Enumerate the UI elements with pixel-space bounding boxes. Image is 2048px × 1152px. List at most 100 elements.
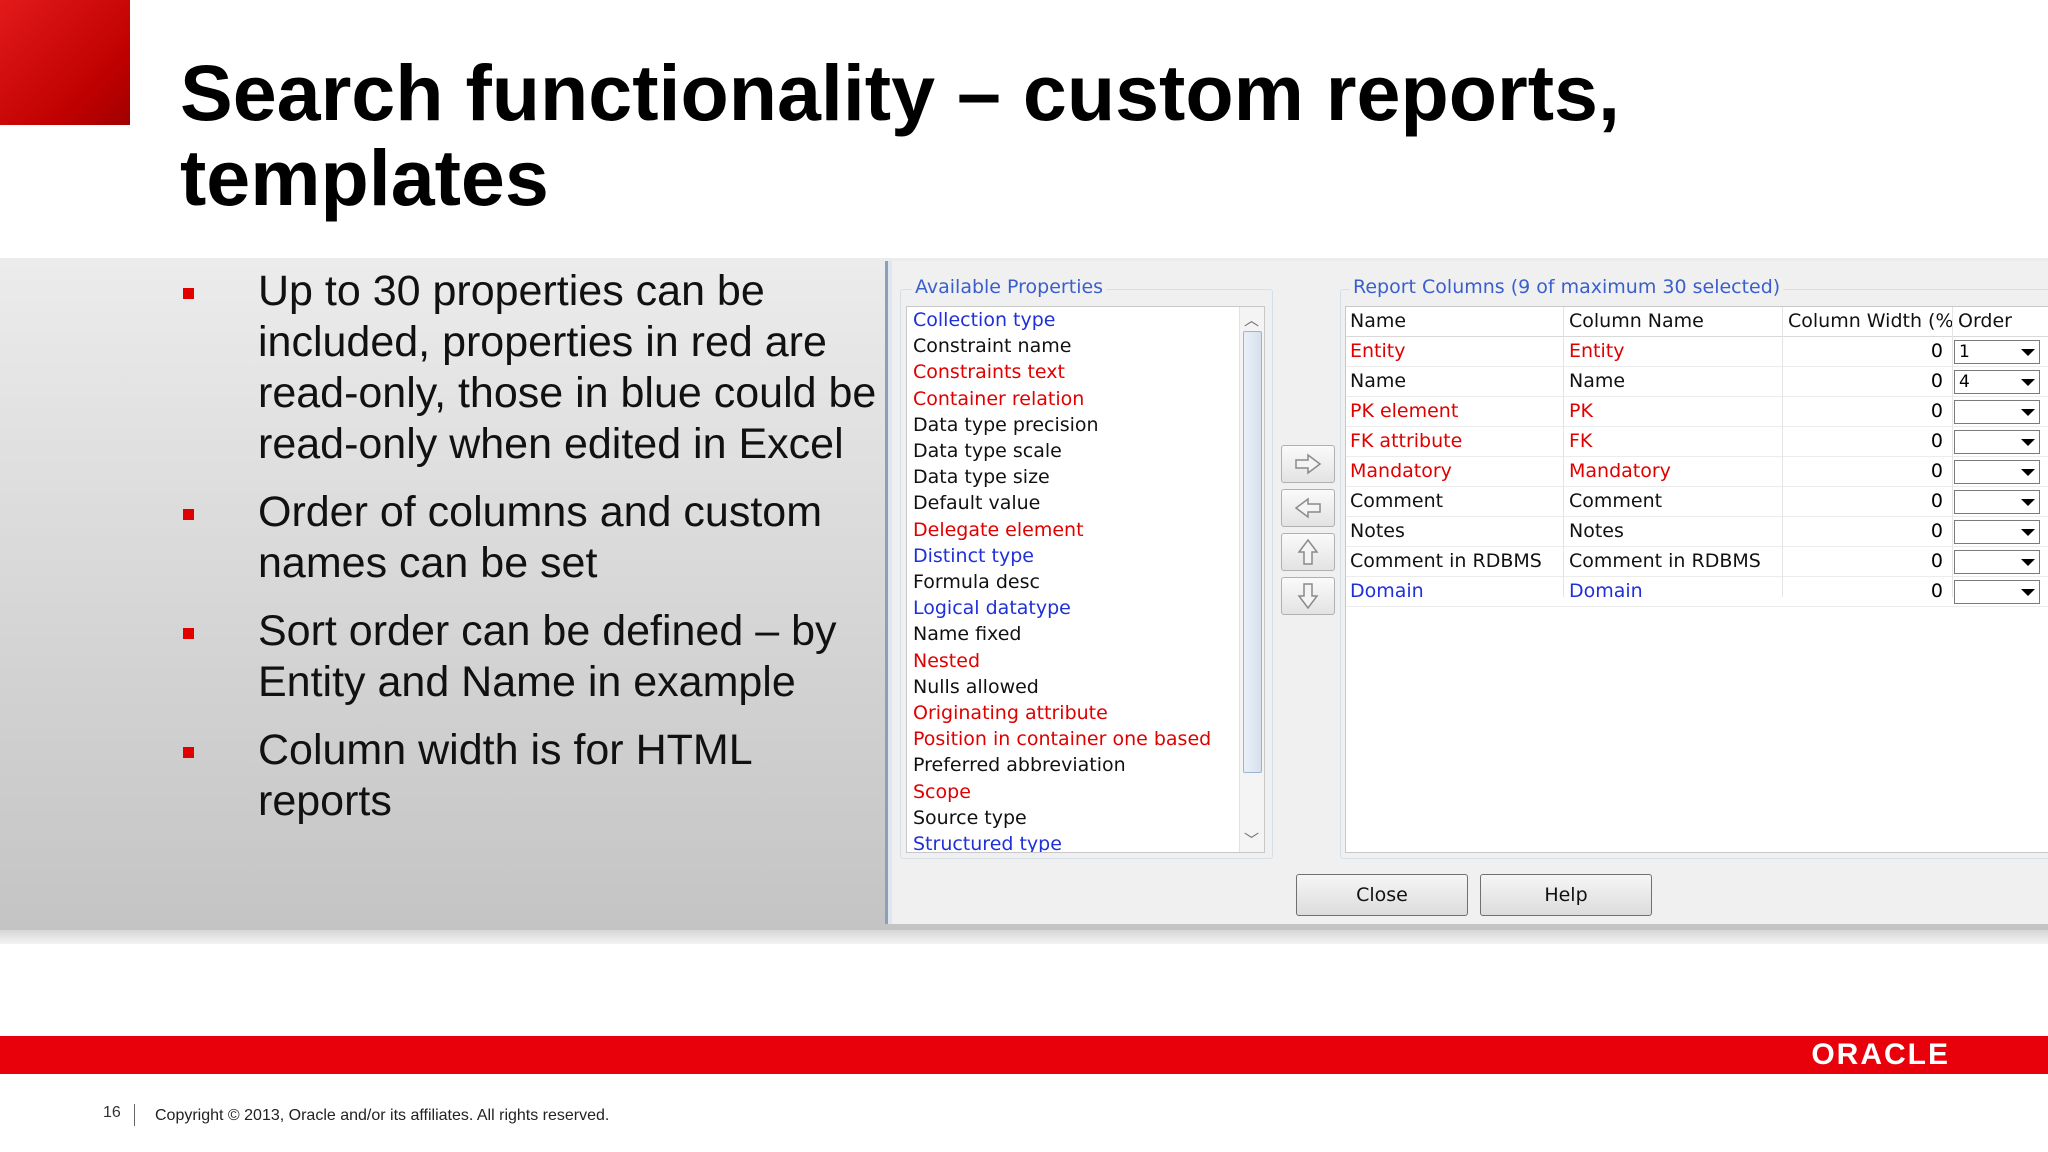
available-property-item[interactable]: Constraint name <box>913 333 1211 359</box>
chevron-down-icon <box>2021 499 2035 506</box>
available-property-item[interactable]: Preferred abbreviation <box>913 752 1211 778</box>
header-order[interactable]: Order <box>1958 307 2048 336</box>
order-value: 1 <box>1959 342 1970 362</box>
available-property-item[interactable]: Formula desc <box>913 569 1211 595</box>
bullet-item: Up to 30 properties can be included, pro… <box>180 266 880 470</box>
cell-name: Comment <box>1350 490 1444 512</box>
available-property-item[interactable]: Name fixed <box>913 621 1211 647</box>
bullet-item: Sort order can be defined – by Entity an… <box>180 606 880 708</box>
chevron-down-icon <box>2021 529 2035 536</box>
cell-column-name[interactable]: PK <box>1569 397 1769 426</box>
cell-column-width[interactable]: 0 <box>1788 457 1943 486</box>
scroll-up-icon[interactable]: ︿ <box>1244 309 1259 330</box>
available-property-item[interactable]: Scope <box>913 779 1211 805</box>
available-property-item[interactable]: Collection type <box>913 307 1211 333</box>
available-property-item[interactable]: Nulls allowed <box>913 674 1211 700</box>
available-property-item[interactable]: Delegate element <box>913 517 1211 543</box>
remove-column-button[interactable] <box>1281 489 1335 527</box>
scroll-down-icon[interactable]: ﹀ <box>1244 829 1259 850</box>
chevron-down-icon <box>2021 349 2035 356</box>
chevron-down-icon <box>2021 439 2035 446</box>
chevron-down-icon <box>2021 559 2035 566</box>
table-row[interactable]: FK attribute FK 0 <box>1346 427 2048 457</box>
available-property-item[interactable]: Source type <box>913 805 1211 831</box>
cell-column-width[interactable]: 0 <box>1788 577 1943 606</box>
available-property-item[interactable]: Data type size <box>913 464 1211 490</box>
order-dropdown[interactable] <box>1954 490 2040 514</box>
order-dropdown[interactable] <box>1954 520 2040 544</box>
table-row[interactable]: Comment Comment 0 <box>1346 487 2048 517</box>
available-property-item[interactable]: Structured type <box>913 831 1211 852</box>
help-button[interactable]: Help <box>1480 874 1652 916</box>
header-column-name[interactable]: Column Name <box>1569 307 1769 336</box>
order-dropdown[interactable] <box>1954 550 2040 574</box>
order-dropdown[interactable]: 1 <box>1954 340 2040 364</box>
cell-column-name[interactable]: Entity <box>1569 337 1769 366</box>
copyright-text: Copyright © 2013, Oracle and/or its affi… <box>155 1107 610 1124</box>
table-row[interactable]: Notes Notes 0 <box>1346 517 2048 547</box>
table-header: Name Column Name Column Width (%) Order <box>1346 307 2048 337</box>
available-items: Collection type Constraint name Constraint… <box>913 307 1211 852</box>
cell-column-name[interactable]: Comment in RDBMS <box>1569 547 1769 576</box>
move-down-button[interactable] <box>1281 577 1335 615</box>
table-row[interactable]: Mandatory Mandatory 0 <box>1346 457 2048 487</box>
scroll-thumb[interactable] <box>1243 331 1262 773</box>
move-up-button[interactable] <box>1281 533 1335 571</box>
cell-column-name[interactable]: Comment <box>1569 487 1769 516</box>
order-value: 4 <box>1959 372 1970 392</box>
cell-name: Entity <box>1350 340 1406 362</box>
add-column-button[interactable] <box>1281 445 1335 483</box>
available-property-item[interactable]: Data type precision <box>913 412 1211 438</box>
bullet-item: Column width is for HTML reports <box>180 725 880 827</box>
table-row[interactable]: Domain Domain 0 <box>1346 577 2048 607</box>
available-properties-list[interactable]: Collection type Constraint name Constraint… <box>906 306 1265 853</box>
report-config-dialog: Available Properties Collection type Cons… <box>885 261 2048 924</box>
chevron-down-icon <box>2021 469 2035 476</box>
available-property-item[interactable]: Nested <box>913 648 1211 674</box>
chevron-down-icon <box>2021 379 2035 386</box>
available-property-item[interactable]: Default value <box>913 490 1211 516</box>
report-columns-label: Report Columns (9 of maximum 30 selected… <box>1350 276 1784 298</box>
available-property-item[interactable]: Position in container one based <box>913 726 1211 752</box>
cell-column-name[interactable]: Domain <box>1569 577 1769 606</box>
cell-column-width[interactable]: 0 <box>1788 337 1943 366</box>
cell-name: FK attribute <box>1350 430 1463 452</box>
down-arrow-icon <box>1297 583 1319 610</box>
available-property-item[interactable]: Constraints text <box>913 359 1211 385</box>
order-dropdown[interactable] <box>1954 580 2040 604</box>
cell-column-width[interactable]: 0 <box>1788 547 1943 576</box>
cell-column-width[interactable]: 0 <box>1788 367 1943 396</box>
cell-column-width[interactable]: 0 <box>1788 427 1943 456</box>
list-scrollbar[interactable]: ︿ ﹀ <box>1239 307 1264 852</box>
cell-name: Notes <box>1350 520 1405 542</box>
cell-column-name[interactable]: FK <box>1569 427 1769 456</box>
header-name[interactable]: Name <box>1350 307 1560 336</box>
order-dropdown[interactable] <box>1954 460 2040 484</box>
available-property-item[interactable]: Container relation <box>913 386 1211 412</box>
order-dropdown[interactable] <box>1954 430 2040 454</box>
close-button[interactable]: Close <box>1296 874 1468 916</box>
slide-title: Search functionality – custom reports, t… <box>180 50 1980 220</box>
cell-column-name[interactable]: Name <box>1569 367 1769 396</box>
order-dropdown[interactable] <box>1954 400 2040 424</box>
up-arrow-icon <box>1297 538 1319 565</box>
available-property-item[interactable]: Originating attribute <box>913 700 1211 726</box>
chevron-down-icon <box>2021 409 2035 416</box>
move-buttons <box>1281 445 1335 621</box>
available-property-item[interactable]: Distinct type <box>913 543 1211 569</box>
bullet-square-icon <box>183 628 194 639</box>
cell-column-width[interactable]: 0 <box>1788 487 1943 516</box>
table-row[interactable]: Name Name 0 4 <box>1346 367 2048 397</box>
cell-column-name[interactable]: Notes <box>1569 517 1769 546</box>
cell-column-width[interactable]: 0 <box>1788 517 1943 546</box>
header-column-width[interactable]: Column Width (%) <box>1788 307 1953 336</box>
cell-column-width[interactable]: 0 <box>1788 397 1943 426</box>
cell-column-name[interactable]: Mandatory <box>1569 457 1769 486</box>
available-property-item[interactable]: Data type scale <box>913 438 1211 464</box>
available-property-item[interactable]: Logical datatype <box>913 595 1211 621</box>
table-row[interactable]: Comment in RDBMS Comment in RDBMS 0 <box>1346 547 2048 577</box>
order-dropdown[interactable]: 4 <box>1954 370 2040 394</box>
table-row[interactable]: PK element PK 0 <box>1346 397 2048 427</box>
page-number: 16 <box>103 1104 121 1121</box>
table-row[interactable]: Entity Entity 0 1 <box>1346 337 2048 367</box>
